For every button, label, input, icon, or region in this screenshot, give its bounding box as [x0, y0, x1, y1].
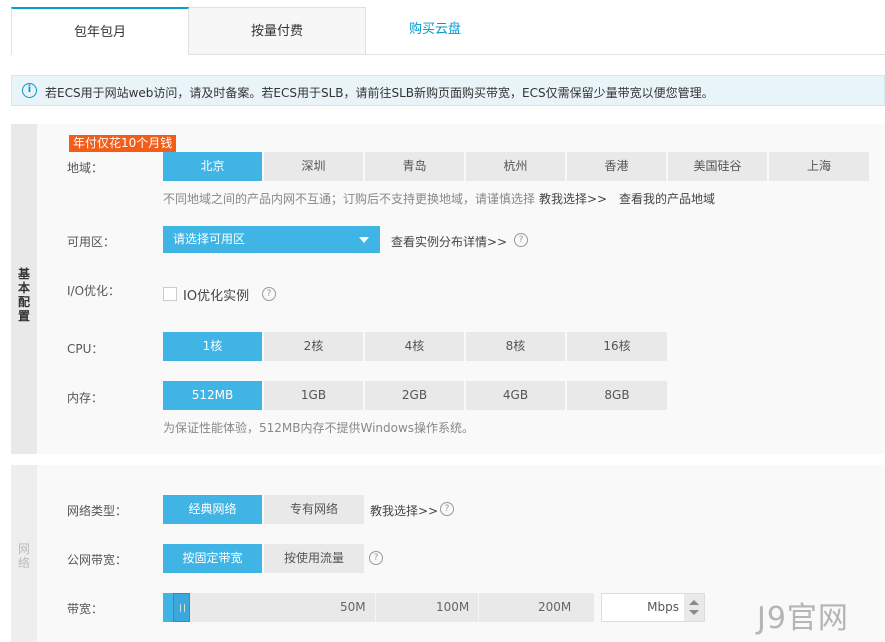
network-type-selector: 经典网络 专有网络: [163, 495, 364, 524]
instance-distribution-link[interactable]: 查看实例分布详情>>: [391, 233, 507, 250]
help-icon[interactable]: ?: [369, 551, 383, 565]
bandwidth-stepper[interactable]: [684, 594, 704, 621]
region-hint: 不同地域之间的产品内网不互通；订购后不支持更换地域，请谨慎选择: [163, 192, 536, 206]
region-label: 地域：: [67, 161, 104, 175]
memory-option[interactable]: 8GB: [567, 381, 667, 410]
io-label: I/O优化：: [67, 284, 121, 298]
memory-option[interactable]: 4GB: [466, 381, 565, 410]
help-icon[interactable]: ?: [262, 287, 276, 301]
bandwidth-mode-label: 公网带宽：: [67, 553, 128, 567]
region-help-link[interactable]: 教我选择>>: [539, 190, 607, 207]
region-selector: 北京 深圳 青岛 杭州 香港 美国硅谷 上海: [163, 152, 869, 181]
section-label-network: 网络: [17, 542, 30, 570]
network-type-option[interactable]: 经典网络: [163, 495, 262, 524]
slider-mark: 50M: [340, 600, 366, 614]
zone-label: 可用区：: [67, 235, 116, 249]
section-label-basic: 基本配置: [17, 267, 30, 323]
tab-pay-as-you-go[interactable]: 按量付费: [188, 7, 366, 55]
tab-buy-cloud-disk[interactable]: 购买云盘: [366, 7, 504, 55]
chevron-up-icon[interactable]: [689, 600, 699, 605]
region-option[interactable]: 杭州: [466, 152, 565, 181]
region-option[interactable]: 美国硅谷: [668, 152, 767, 181]
io-optimized-checkbox[interactable]: [163, 287, 177, 301]
memory-option[interactable]: 512MB: [163, 381, 262, 410]
bandwidth-mode-option[interactable]: 按使用流量: [264, 544, 364, 573]
memory-option[interactable]: 1GB: [264, 381, 363, 410]
notice-text: 若ECS用于网站web访问，请及时备案。若ECS用于SLB，请前往SLB新购页面…: [45, 86, 714, 100]
notice-bar: i 若ECS用于网站web访问，请及时备案。若ECS用于SLB，请前往SLB新购…: [11, 75, 885, 106]
cpu-selector: 1核 2核 4核 8核 16核: [163, 332, 667, 361]
region-option[interactable]: 上海: [769, 152, 869, 181]
cpu-label: CPU：: [67, 342, 104, 356]
chevron-down-icon[interactable]: [689, 610, 699, 615]
slider-segment: [479, 593, 594, 622]
memory-hint: 为保证性能体验，512MB内存不提供Windows操作系统。: [163, 421, 475, 435]
slider-mark: 200M: [538, 600, 572, 614]
cpu-option[interactable]: 16核: [567, 332, 667, 361]
cpu-option[interactable]: 4核: [365, 332, 464, 361]
io-optimized-label[interactable]: IO优化实例: [183, 285, 249, 304]
bandwidth-input[interactable]: Mbps: [601, 593, 705, 622]
network-type-label: 网络类型：: [67, 504, 128, 518]
help-icon[interactable]: ?: [440, 502, 454, 516]
bandwidth-slider[interactable]: 50M 100M 200M: [163, 593, 594, 622]
network-type-option[interactable]: 专有网络: [264, 495, 364, 524]
cpu-option[interactable]: 8核: [466, 332, 565, 361]
billing-tabs: 包年包月 按量付费 购买云盘: [0, 0, 885, 56]
section-sidebar: 网络: [11, 465, 37, 642]
slider-mark: 100M: [436, 600, 470, 614]
bandwidth-mode-selector: 按固定带宽 按使用流量: [163, 544, 364, 573]
my-product-regions-link[interactable]: 查看我的产品地域: [619, 190, 715, 207]
region-option[interactable]: 香港: [567, 152, 666, 181]
memory-selector: 512MB 1GB 2GB 4GB 8GB: [163, 381, 667, 410]
memory-label: 内存：: [67, 391, 104, 405]
watermark: J9官网: [757, 601, 849, 636]
region-option[interactable]: 深圳: [264, 152, 363, 181]
cpu-option[interactable]: 1核: [163, 332, 262, 361]
memory-option[interactable]: 2GB: [365, 381, 464, 410]
chevron-down-icon: [359, 237, 369, 243]
info-icon: i: [22, 83, 37, 98]
region-option[interactable]: 青岛: [365, 152, 464, 181]
help-icon[interactable]: ?: [514, 233, 528, 247]
tab-subscription[interactable]: 包年包月: [11, 7, 189, 55]
network-help-link[interactable]: 教我选择>>: [370, 502, 438, 519]
section-sidebar: 基本配置: [11, 124, 37, 454]
bandwidth-unit: Mbps: [647, 600, 679, 614]
zone-select-text: 请选择可用区: [173, 232, 246, 246]
bandwidth-label: 带宽：: [67, 602, 104, 616]
cpu-option[interactable]: 2核: [264, 332, 363, 361]
promo-badge: 年付仅花10个月钱: [69, 135, 177, 152]
bandwidth-mode-option[interactable]: 按固定带宽: [163, 544, 262, 573]
slider-handle[interactable]: [173, 593, 190, 622]
region-option[interactable]: 北京: [163, 152, 262, 181]
zone-select[interactable]: 请选择可用区: [163, 226, 380, 253]
